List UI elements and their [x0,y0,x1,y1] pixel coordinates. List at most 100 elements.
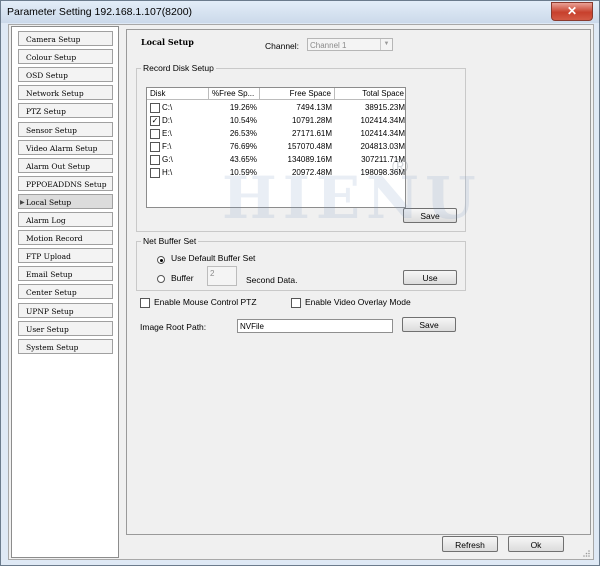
total-space-cell: 38915.23M [364,103,405,112]
refresh-button[interactable]: Refresh [442,536,498,552]
free-space-cell: 10791.28M [291,116,332,125]
disk-name-cell: E:\ [162,129,172,138]
channel-select-value: Channel 1 [310,41,347,50]
disk-name-cell: G:\ [162,155,173,164]
sidebar-item-alarm-log[interactable]: Alarm Log [18,212,113,227]
free-space-cell: 7494.13M [296,103,332,112]
record-disk-legend: Record Disk Setup [141,63,216,74]
sidebar-item-label: Network Setup [26,89,84,99]
sidebar-item-network-setup[interactable]: Network Setup [18,85,113,101]
sidebar-item-upnp-setup[interactable]: UPNP Setup [18,302,113,318]
buffer-label[interactable]: Buffer [171,273,194,283]
sidebar-item-label: Center Setup [26,288,77,298]
sidebar-item-label: FTP Upload [26,252,71,262]
mouse-ptz-label[interactable]: Enable Mouse Control PTZ [154,297,257,307]
sidebar-item-label: Sensor Setup [26,125,77,135]
parameter-setting-window: Parameter Setting 192.168.1.107(8200) ✕ … [0,0,600,566]
disk-checkbox[interactable] [150,103,160,113]
disk-name-cell: D:\ [162,116,173,125]
video-overlay-label[interactable]: Enable Video Overlay Mode [305,297,411,307]
sidebar-item-label: User Setup [26,324,69,334]
disk-checkbox[interactable] [150,129,160,139]
disk-checkbox[interactable] [150,155,160,165]
disk-checkbox[interactable] [150,168,160,178]
disk-name-cell: C:\ [162,103,173,112]
title-bar[interactable]: Parameter Setting 192.168.1.107(8200) ✕ [1,1,599,23]
sidebar-item-label: Alarm Out Setup [26,161,90,171]
disk-checkbox-checked[interactable]: ✓ [150,116,160,126]
sidebar-item-ptz-setup[interactable]: PTZ Setup [18,103,113,119]
sidebar-item-label: PPPOEADDNS Setup [26,179,107,189]
sidebar-item-pppoeaddns-setup[interactable]: PPPOEADDNS Setup [18,175,113,191]
settings-nav: Camera Setup Colour Setup OSD Setup Network… [11,26,119,558]
sidebar-item-ftp-upload[interactable]: FTP Upload [18,248,113,264]
table-row[interactable]: G:\ 43.65% 134089.16M 307211.71M [147,153,405,166]
close-icon: ✕ [566,4,578,18]
total-space-cell: 204813.03M [360,142,405,151]
image-root-input[interactable]: NVFile [237,319,393,333]
sidebar-item-label: Camera Setup [26,35,81,44]
sidebar-item-motion-record[interactable]: Motion Record [18,230,113,246]
column-header-total-space[interactable]: Total Space [335,88,405,100]
sidebar-item-osd-setup[interactable]: OSD Setup [18,67,113,83]
free-percent-cell: 10.54% [229,116,257,125]
disk-checkbox[interactable] [150,142,160,152]
active-arrow-icon: ▶ [20,198,25,206]
sidebar-item-local-setup[interactable]: ▶ Local Setup [18,193,113,209]
mouse-ptz-checkbox[interactable] [140,298,150,308]
default-buffer-label[interactable]: Use Default Buffer Set [171,253,255,263]
sidebar-item-center-setup[interactable]: Center Setup [18,284,113,300]
table-row[interactable]: ✓ D:\ 10.54% 10791.28M 102414.34M [147,114,405,127]
local-setup-panel: Local Setup Channel: Channel 1 ▼ Record … [126,29,591,535]
default-buffer-radio[interactable] [157,256,165,264]
table-row[interactable]: F:\ 76.69% 157070.48M 204813.03M [147,140,405,153]
window-title: Parameter Setting 192.168.1.107(8200) [7,6,193,18]
free-percent-cell: 26.53% [229,129,257,138]
use-buffer-button[interactable]: Use [403,270,457,285]
sidebar-item-colour-setup[interactable]: Colour Setup [18,49,113,65]
channel-select[interactable]: Channel 1 ▼ [307,38,393,51]
column-header-disk[interactable]: Disk [147,88,209,100]
sidebar-item-label: Email Setup [26,270,73,280]
free-percent-cell: 10.59% [229,168,257,177]
sidebar-item-label: Motion Record [26,234,83,244]
sidebar-item-label: PTZ Setup [26,107,66,117]
total-space-cell: 102414.34M [360,116,405,125]
table-row[interactable]: C:\ 19.26% 7494.13M 38915.23M [147,101,405,114]
close-button[interactable]: ✕ [551,2,593,21]
sidebar-item-label: System Setup [26,342,79,352]
sidebar-item-label: Alarm Log [26,216,66,225]
sidebar-item-sensor-setup[interactable]: Sensor Setup [18,121,113,137]
table-row[interactable]: E:\ 26.53% 27171.61M 102414.34M [147,127,405,140]
second-data-label: Second Data. [246,275,298,285]
buffer-seconds-input[interactable]: 2 [207,266,237,286]
chevron-down-icon: ▼ [380,39,392,50]
sidebar-item-camera-setup[interactable]: Camera Setup [18,31,113,46]
image-root-save-button[interactable]: Save [402,317,456,332]
column-header-free-percent[interactable]: %Free Sp... [209,88,260,100]
table-row[interactable]: H:\ 10.59% 20972.48M 198098.36M [147,166,405,179]
sidebar-item-system-setup[interactable]: System Setup [18,338,113,354]
free-space-cell: 20972.48M [291,168,332,177]
sidebar-item-user-setup[interactable]: User Setup [18,320,113,336]
total-space-cell: 198098.36M [360,168,405,177]
ok-button[interactable]: Ok [508,536,564,552]
free-space-cell: 157070.48M [287,142,332,151]
custom-buffer-radio[interactable] [157,275,165,283]
video-overlay-checkbox[interactable] [291,298,301,308]
free-percent-cell: 19.26% [229,103,257,112]
free-percent-cell: 76.69% [229,142,257,151]
record-disk-group: Record Disk Setup Disk %Free Sp... Free … [136,63,476,232]
sidebar-item-email-setup[interactable]: Email Setup [18,266,113,282]
disk-name-cell: H:\ [162,168,173,177]
disk-name-cell: F:\ [162,142,172,151]
image-root-label: Image Root Path: [140,322,207,332]
sidebar-item-label: Colour Setup [26,53,77,63]
sidebar-item-alarm-out-setup[interactable]: Alarm Out Setup [18,157,113,173]
column-header-free-space[interactable]: Free Space [260,88,335,100]
channel-label: Channel: [265,41,300,51]
sidebar-item-video-alarm-setup[interactable]: Video Alarm Setup [18,139,113,155]
sidebar-item-label: Video Alarm Setup [26,143,98,153]
resize-grip-icon[interactable] [583,549,591,557]
record-disk-save-button[interactable]: Save [403,208,457,223]
